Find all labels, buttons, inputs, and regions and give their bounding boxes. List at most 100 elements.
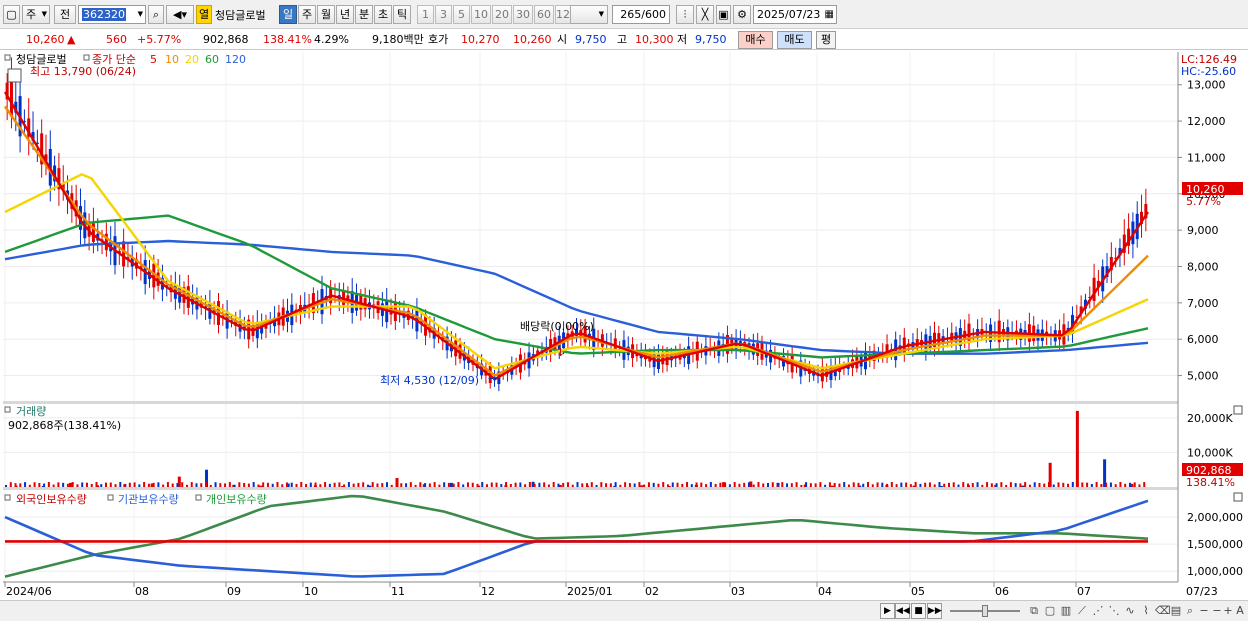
volume-bar — [614, 482, 617, 487]
panel-handle-icon[interactable] — [83, 54, 90, 61]
date-field[interactable]: 2025/07/23 ▦ — [753, 5, 837, 24]
stock-code-input[interactable]: 362320 ▼ — [78, 5, 146, 24]
ask-price: 10,270 — [461, 33, 500, 46]
volume-bar — [466, 482, 469, 487]
volume-bar — [967, 483, 970, 487]
volume-bar — [543, 482, 546, 487]
volume-bar — [33, 482, 36, 487]
quote-row: 10,260 ▲ 560 +5.77% 902,868 138.41% 4.29… — [0, 29, 1248, 50]
volume-bar — [676, 482, 679, 487]
volume-bar — [1038, 482, 1041, 487]
rewind-icon[interactable]: ◀◀ — [895, 603, 910, 619]
interval-select[interactable]: ▼ — [570, 5, 608, 24]
period-tab-1[interactable]: 주 — [298, 5, 316, 24]
price-tick-label: 11,000 — [1187, 151, 1226, 164]
volume-bar — [147, 483, 150, 487]
panel-handle-icon[interactable] — [4, 54, 11, 61]
volume-bar — [1047, 482, 1050, 487]
chart-area[interactable]: 13,00012,00011,00010,0009,0008,0007,0006… — [0, 52, 1248, 600]
volume-bar — [819, 482, 822, 487]
trend-tool-icon[interactable]: ⋰ — [1091, 604, 1105, 618]
scroll-right-icon[interactable]: ▶ — [880, 603, 895, 619]
image-icon[interactable]: ▤ — [1169, 604, 1183, 618]
prev-button[interactable]: 전 — [54, 5, 76, 24]
eval-button[interactable]: 평 — [816, 31, 836, 49]
volume-bar — [314, 482, 317, 487]
volume-bar — [1100, 484, 1103, 487]
trade-amount: 9,180백만 — [372, 33, 424, 46]
panel-divider[interactable] — [3, 487, 1178, 490]
period-tab-5[interactable]: 초 — [374, 5, 392, 24]
volume-bar — [1019, 483, 1022, 487]
layout-icon[interactable]: ⧉ — [1027, 604, 1041, 618]
market-select[interactable]: 주 ▼ — [22, 5, 50, 24]
date-value: 2025/07/23 — [757, 8, 821, 21]
panel-handle-icon[interactable] — [195, 494, 202, 501]
close-panel-icon[interactable] — [1233, 492, 1243, 502]
zoom-slider-handle[interactable] — [982, 605, 988, 617]
panel-handle-icon[interactable] — [4, 494, 11, 501]
volume-bar — [743, 482, 746, 487]
volume-bar — [1143, 482, 1146, 487]
period-tab-0[interactable]: 일 — [279, 5, 297, 24]
interval-button-20[interactable]: 20 — [492, 5, 512, 24]
volume-bar — [449, 482, 453, 487]
chart-canvas[interactable]: 13,00012,00011,00010,0009,0008,0007,0006… — [0, 52, 1248, 600]
volume-pct-tag: 138.41% — [1186, 476, 1235, 489]
volume-bar — [1109, 482, 1112, 487]
zoom-icon[interactable]: ⌕ — [1183, 604, 1197, 618]
fast-forward-icon[interactable]: ▶▶ — [927, 603, 942, 619]
stop-icon[interactable]: ■ — [911, 603, 926, 619]
text-tool-icon[interactable]: ⌇ — [1139, 604, 1153, 618]
panel-handle-icon[interactable] — [107, 494, 114, 501]
volume-bar — [909, 484, 912, 487]
volume-bar — [747, 482, 750, 487]
price-tick-label: 12,000 — [1187, 115, 1226, 128]
fibo-tool-icon[interactable]: ⋱ — [1107, 604, 1121, 618]
period-tab-4[interactable]: 분 — [355, 5, 373, 24]
expand-icon[interactable] — [7, 68, 22, 83]
volume-bar — [700, 482, 703, 487]
sell-button[interactable]: 매도 — [777, 31, 812, 49]
volume-bar — [533, 483, 536, 487]
line-tool-icon[interactable]: ⟋ — [1075, 604, 1089, 618]
wave-tool-icon[interactable]: ∿ — [1123, 604, 1137, 618]
erase-tool-icon[interactable]: ⌫ — [1155, 604, 1171, 618]
volume-bar — [271, 483, 274, 487]
gear-icon[interactable]: ⚙ — [733, 5, 751, 24]
volume-bar — [600, 482, 603, 487]
font-size-icon[interactable]: A — [1233, 604, 1247, 618]
volume-bar — [900, 482, 903, 487]
candle-icon[interactable]: ⫶ — [676, 5, 694, 24]
volume-bar — [195, 483, 198, 487]
panel-divider[interactable] — [3, 401, 1178, 404]
save-icon[interactable]: ▣ — [716, 5, 731, 24]
volume-bar — [809, 483, 812, 487]
speaker-icon[interactable]: ◀▾ — [166, 5, 194, 24]
interval-button-1[interactable]: 1 — [417, 5, 434, 24]
interval-button-5[interactable]: 5 — [453, 5, 470, 24]
interval-button-10[interactable]: 10 — [471, 5, 491, 24]
stock-badge[interactable]: 열 — [196, 5, 212, 24]
period-tab-2[interactable]: 월 — [317, 5, 335, 24]
count-field[interactable]: 265/600 — [612, 5, 670, 24]
window-icon[interactable]: ▢ — [3, 5, 20, 24]
high-price: 10,300 — [635, 33, 674, 46]
interval-button-60[interactable]: 60 — [534, 5, 554, 24]
zoom-out-icon[interactable]: − — [1197, 604, 1211, 618]
interval-button-30[interactable]: 30 — [513, 5, 533, 24]
buy-button[interactable]: 매수 — [738, 31, 773, 49]
individual-holdings-legend: 개인보유수량 — [206, 493, 267, 506]
copy-icon[interactable]: ▢ — [1043, 604, 1057, 618]
volume-bar — [852, 482, 855, 487]
volume-ratio: 138.41% — [263, 33, 312, 46]
interval-button-3[interactable]: 3 — [435, 5, 452, 24]
grid-icon[interactable]: ▥ — [1059, 604, 1073, 618]
search-icon[interactable]: ⌕ — [148, 5, 164, 24]
close-panel-icon[interactable] — [1233, 405, 1243, 415]
panel-handle-icon[interactable] — [4, 406, 11, 413]
period-tab-3[interactable]: 년 — [336, 5, 354, 24]
period-tab-6[interactable]: 틱 — [393, 5, 411, 24]
chart-type-icon[interactable]: ╳ — [696, 5, 714, 24]
volume-bar — [647, 482, 650, 487]
